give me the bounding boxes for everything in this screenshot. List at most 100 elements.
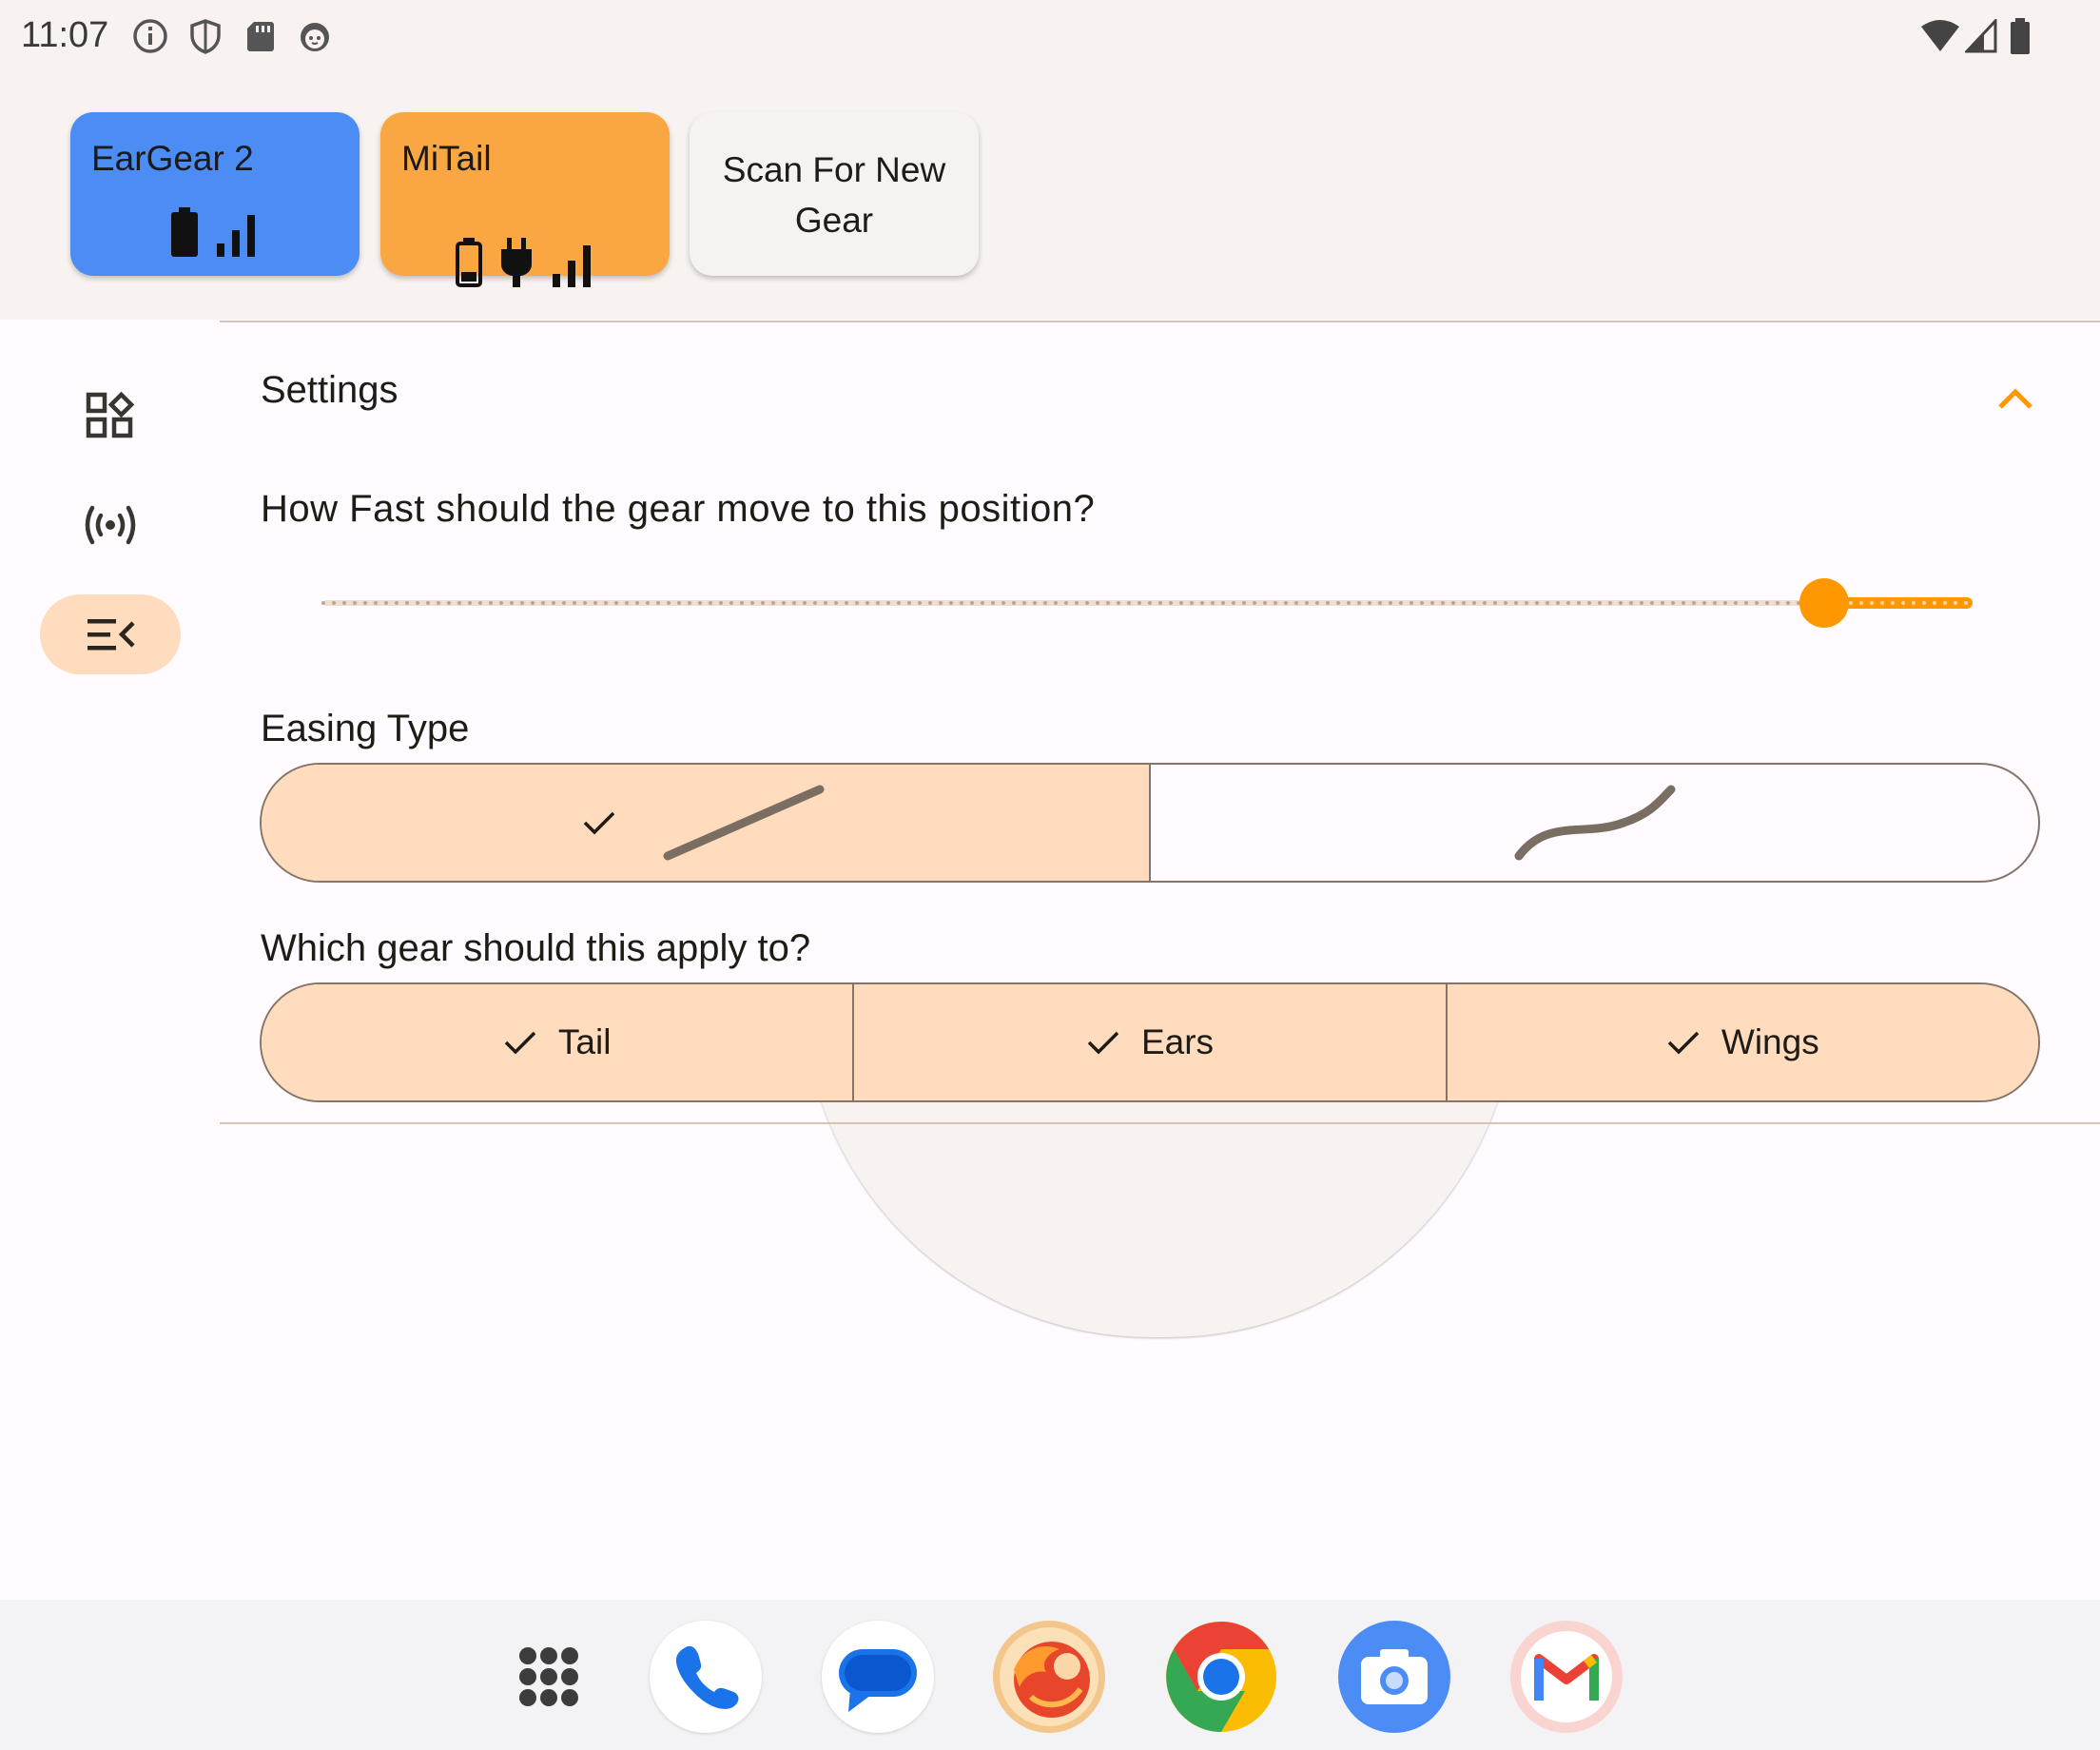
slider-tick-active [1943,601,1947,605]
slider-tick [1294,601,1298,605]
slider-tick [1420,601,1424,605]
slider-tick [531,601,535,605]
slider-tick [1263,601,1267,605]
slider-tick [1001,601,1005,605]
slider-tick [1368,601,1371,605]
divider [220,1122,2100,1124]
slider-tick [960,601,963,605]
slider-tick [1200,601,1204,605]
sd-card-icon [247,22,274,51]
easing-type-selector [260,763,2040,883]
slider-tick [1723,601,1727,605]
easing-linear-option[interactable] [262,765,1149,881]
slider-tick [886,601,890,605]
slider-tick [865,601,869,605]
slider-tick [1650,601,1654,605]
slider-tick [845,601,848,605]
broadcast-icon [85,505,136,545]
firefox-icon [1000,1627,1099,1726]
messages-app[interactable] [822,1621,934,1733]
slider-tick [1274,601,1277,605]
slider-tick [1546,601,1549,605]
slider-tick [583,601,587,605]
slider-tick [782,601,786,605]
gear-option-wings[interactable]: Wings [1445,984,2038,1100]
slider-tick [342,601,346,605]
battery-icon [2011,18,2030,54]
slider-tick [656,601,660,605]
slider-tick [625,601,629,605]
slider-tick [1755,601,1759,605]
gear-card-mitail[interactable]: MiTail [380,112,670,287]
messages-icon [839,1649,917,1712]
camera-app[interactable] [1338,1621,1450,1733]
gear-option-tail[interactable]: Tail [262,984,853,1100]
signal-bars-icon [217,215,255,257]
nav-rail-widgets[interactable] [40,375,181,455]
slider-tick [1671,601,1675,605]
slider-tick [677,601,681,605]
slider-tick [1776,601,1779,605]
slider-tick [437,601,440,605]
easing-ease-in-out-option[interactable] [1149,765,2038,881]
gmail-icon [1521,1631,1612,1722]
slider-tick [1472,601,1476,605]
slider-tick [1054,601,1058,605]
gear-card-eargear[interactable]: EarGear 2 [70,112,360,276]
slider-tick [709,601,712,605]
slider-tick [1357,601,1361,605]
gear-option-ears[interactable]: Ears [852,984,1446,1100]
slider-tick [792,601,796,605]
slider-tick [939,601,943,605]
linear-curve-icon [663,785,824,861]
gear-target-selector: Tail Ears Wings [260,982,2040,1102]
slider-tick [1085,601,1089,605]
slider-tick [907,601,911,605]
speed-slider[interactable] [314,576,1982,630]
slider-tick [1179,601,1183,605]
slider-tick [1106,601,1110,605]
slider-tick [1430,601,1434,605]
slider-tick-active [1891,601,1895,605]
slider-tick [1075,601,1079,605]
slider-tick [667,601,671,605]
app-drawer-icon [519,1647,578,1706]
scan-new-gear-label: Scan For New Gear [722,150,946,240]
status-time: 11:07 [21,15,109,55]
slider-tick [447,601,451,605]
battery-outline-icon [456,238,482,287]
slider-tick [1525,601,1528,605]
slider-tick [1493,601,1497,605]
slider-tick [552,601,555,605]
gmail-app[interactable] [1510,1621,1623,1733]
check-icon [504,1031,536,1055]
chrome-app[interactable] [1165,1621,1277,1733]
slider-tick [374,601,378,605]
wifi-icon [1921,20,1959,51]
chevron-up-icon[interactable] [1993,377,2037,420]
slider-tick-active [1922,601,1926,605]
slider-tick [1117,601,1120,605]
divider [220,321,2100,322]
slider-tick [1692,601,1696,605]
app-drawer-button[interactable] [493,1621,605,1733]
scan-new-gear-button[interactable]: Scan For New Gear [690,112,979,276]
slider-inactive-track [321,600,1824,606]
nav-rail-broadcast[interactable] [40,485,181,565]
nav-rail-settings-active[interactable] [40,594,181,674]
apply-gear-label: Which gear should this apply to? [261,927,811,969]
slider-tick [646,601,650,605]
signal-bars-icon [553,245,591,287]
status-bar: 11:07 [0,0,2100,74]
slider-tick [573,601,576,605]
cell-signal-icon [1965,19,1997,53]
slider-tick [1389,601,1392,605]
slider-thumb[interactable] [1799,578,1849,628]
slider-tick-active [1849,601,1853,605]
firefox-app[interactable] [993,1621,1105,1733]
phone-app[interactable] [650,1621,762,1733]
ease-in-out-curve-icon [1514,785,1675,861]
slider-tick [1702,601,1706,605]
settings-title: Settings [261,369,399,411]
slider-tick [1096,601,1099,605]
